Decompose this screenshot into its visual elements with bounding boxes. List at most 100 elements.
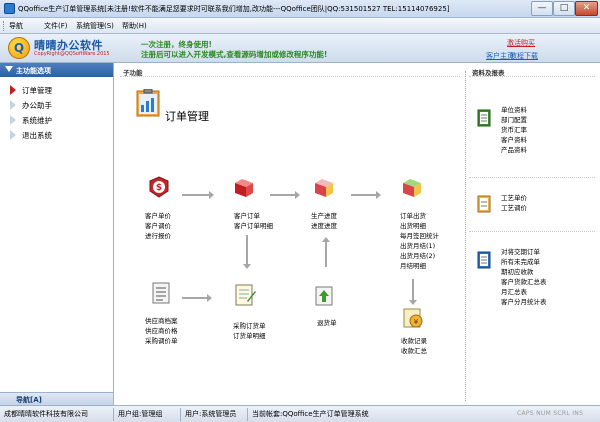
divider [469,177,595,178]
close-button[interactable]: ✕ [575,1,598,16]
link-opening-receivable[interactable]: 期初应收款 [501,267,547,277]
minimize-button[interactable]: — [531,1,553,16]
arrow-right-icon [10,100,16,110]
menu-help[interactable]: 帮助(H) [122,21,147,31]
purchase-note-icon[interactable] [233,283,257,307]
link-customer-summary[interactable]: 客户货款汇总表 [501,277,547,287]
craft-price-icon [477,195,491,213]
banner: Q 晴晴办公软件 CopyRight@QQSoftWare.2015 一次注册，… [0,34,600,63]
link-company-info[interactable]: 单位资料 [501,105,527,115]
sidebar-item-office[interactable]: 办公助手 [4,98,112,112]
status-keys: CAPS NUM SCRL INS [517,410,584,417]
purchase-menu: 采购订货单 订货单明细 [233,321,266,341]
link-craft-price[interactable]: 工艺单价 [501,193,527,203]
supplier-menu: 供应商档案 供应商价格 采购调价单 [145,316,178,346]
price-tag-icon[interactable]: $ [147,175,171,199]
folder-icon[interactable] [232,175,256,199]
link-purchase-adjust[interactable]: 采购调价单 [145,336,178,346]
link-currency[interactable]: 货币汇率 [501,125,527,135]
progress-menu: 生产进度 进度进度 [311,211,337,231]
link-purchase-order[interactable]: 采购订货单 [233,321,266,331]
link-purchase-detail[interactable]: 订货单明细 [233,331,266,341]
link-production-progress[interactable]: 生产进度 [311,211,337,221]
link-craft-adjust[interactable]: 工艺调价 [501,203,527,213]
document-icon[interactable] [149,281,173,305]
window-title: QQoffice生产订单管理系统[未注册!软件不能满足您要求时可联系我们增加,改… [18,5,450,13]
divider [469,76,595,77]
title-bar: QQoffice生产订单管理系统[未注册!软件不能满足您要求时可联系我们增加,改… [0,0,600,18]
link-customer-order[interactable]: 客户订单 [234,211,273,221]
main-panel: 子功能 资料及报表 订单管理 $ 客户单价 客户调价 进行报价 客户订单 客户订… [115,63,600,405]
link-monthly-1[interactable]: 出货月结(1) [400,241,439,251]
report-group-basic: 单位资料 部门配置 货币汇率 客户资料 产品资料 [501,105,527,155]
buy-link[interactable]: 激活购买 [507,38,535,48]
flow-arrow [322,237,330,267]
receipt-icon[interactable]: ¥ [401,306,425,330]
link-monthly-detail[interactable]: 月结明细 [400,261,439,271]
status-separator [247,408,248,421]
menu-navigation[interactable]: 导航 [9,21,23,31]
link-department[interactable]: 部门配置 [501,115,527,125]
sidebar-item-label: 办公助手 [22,101,52,110]
link-receipt-record[interactable]: 收款记录 [401,336,427,346]
page-title: 订单管理 [165,110,209,123]
arrow-right-icon [10,115,16,125]
flow-arrow [182,294,212,302]
contacts-book-icon [477,109,491,127]
status-separator [180,408,181,421]
logo-icon: Q [8,37,30,59]
link-customer-adjust[interactable]: 客户调价 [145,221,171,231]
link-shipping-detail[interactable]: 出货明细 [400,221,439,231]
link-return[interactable]: 退货单 [317,318,337,328]
collapse-icon [5,66,13,72]
order-menu: 客户订单 客户订单明细 [234,211,273,231]
link-monthly-2[interactable]: 出货月结(2) [400,251,439,261]
tab-navigation[interactable]: 导航[A] [0,392,113,405]
link-receipt-summary[interactable]: 收款汇总 [401,346,427,356]
shipping-menu: 订单出货 出货明细 每月签回统计 出货月结(1) 出货月结(2) 月结明细 [400,211,439,271]
divider [120,76,460,77]
menu-file[interactable]: 文件(F) [44,21,68,31]
link-unfinished-orders[interactable]: 所有未完成单 [501,257,547,267]
link-customer-info[interactable]: 客户资料 [501,135,527,145]
sidebar-item-maintenance[interactable]: 系统维护 [4,113,112,127]
link-due-orders[interactable]: 对将交期订单 [501,247,547,257]
sidebar-item-exit[interactable]: 退出系统 [4,128,112,142]
flow-arrow [270,191,300,199]
svg-text:$: $ [156,183,162,193]
maximize-button[interactable]: □ [553,1,575,16]
shipment-icon[interactable] [400,175,424,199]
link-progress-track[interactable]: 进度进度 [311,221,337,231]
status-separator [113,408,114,421]
sidebar-header[interactable]: 主功能选项 [0,63,113,77]
box-icon[interactable] [312,175,336,199]
logo-copyright: CopyRight@QQSoftWare.2015 [34,51,110,57]
flow-arrow [182,191,214,199]
flow-arrow [351,191,381,199]
vertical-divider [465,71,466,401]
divider [469,231,595,232]
status-account: 当前帐套:QQoffice生产订单管理系统 [252,410,369,418]
link-monthly-signback[interactable]: 每月签回统计 [400,231,439,241]
link-customer-monthly[interactable]: 客户分月统计表 [501,297,547,307]
flow-arrow [409,279,417,305]
receipt-menu: 收款记录 收款汇总 [401,336,427,356]
tutorial-link[interactable]: 教程下载 [510,51,538,61]
link-order-detail[interactable]: 客户订单明细 [234,221,273,231]
link-customer-price[interactable]: 客户单价 [145,211,171,221]
status-bar: 成都晴晴软件科技有限公司 用户组:管理组 用户:系统管理员 当前帐套:QQoff… [0,405,600,422]
link-product-info[interactable]: 产品资料 [501,145,527,155]
link-monthly-summary[interactable]: 月汇总表 [501,287,547,297]
link-supplier-profile[interactable]: 供应商档案 [145,316,178,326]
arrow-right-icon [10,85,16,95]
link-shipping[interactable]: 订单出货 [400,211,439,221]
return-icon[interactable] [312,283,336,307]
link-supplier-price[interactable]: 供应商价格 [145,326,178,336]
clipboard-icon [136,89,160,117]
sidebar-item-label: 退出系统 [22,131,52,140]
sidebar: 主功能选项 订单管理 办公助手 系统维护 退出系统 导航[A] [0,63,114,405]
sidebar-item-orders[interactable]: 订单管理 [4,83,112,97]
menu-system[interactable]: 系统管理(S) [76,21,114,31]
link-quote[interactable]: 进行报价 [145,231,171,241]
arrow-right-icon [10,130,16,140]
